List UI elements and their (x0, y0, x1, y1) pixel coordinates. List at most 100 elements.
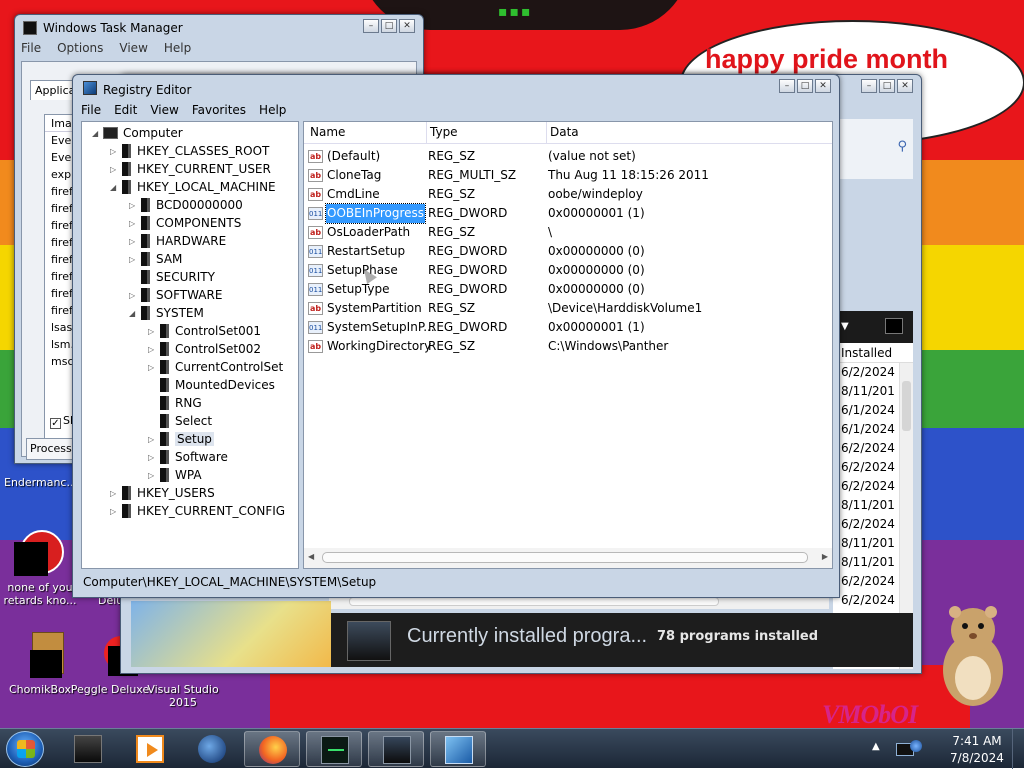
tree-node-hkcu[interactable]: ▷ HKEY_CURRENT_USER (110, 160, 271, 178)
expand-arrow-icon[interactable]: ▷ (129, 215, 139, 233)
tree-node-bcd[interactable]: ▷ BCD00000000 (129, 196, 243, 214)
column-header-name[interactable]: Name (310, 125, 345, 139)
scrollbar-thumb[interactable] (902, 381, 911, 431)
tree-node-hkcr[interactable]: ▷ HKEY_CLASSES_ROOT (110, 142, 269, 160)
expand-arrow-icon[interactable]: ▷ (129, 197, 139, 215)
menu-help[interactable]: Help (259, 103, 286, 117)
scrollbar-thumb[interactable] (322, 552, 808, 563)
tree-node-mounteddevices[interactable]: MountedDevices (148, 376, 275, 394)
desktop-icon-retards[interactable]: none of you retards kno... (0, 530, 80, 607)
expand-arrow-icon[interactable]: ▷ (148, 323, 158, 341)
taskbar-task-manager[interactable] (306, 731, 362, 767)
tree-node-rng[interactable]: RNG (148, 394, 202, 412)
tree-node-hklm[interactable]: ◢ HKEY_LOCAL_MACHINE (110, 178, 276, 196)
taskbar-registry-editor[interactable] (430, 731, 486, 767)
close-button[interactable]: ✕ (399, 19, 415, 33)
expand-arrow-icon[interactable]: ▷ (110, 485, 120, 503)
tree-node-setup[interactable]: ▷ Setup (148, 430, 214, 448)
maximize-button[interactable]: □ (797, 79, 813, 93)
desktop-icon-label-endermanc[interactable]: Endermanc... (4, 476, 77, 489)
expand-arrow-icon[interactable]: ▷ (129, 287, 139, 305)
maximize-button[interactable]: □ (879, 79, 895, 93)
expand-arrow-icon[interactable]: ▷ (110, 161, 120, 179)
menu-view[interactable]: View (119, 41, 147, 55)
close-button[interactable]: ✕ (815, 79, 831, 93)
expand-arrow-icon[interactable]: ▷ (110, 143, 120, 161)
installed-column-header[interactable]: Installed (833, 343, 913, 363)
start-button[interactable] (6, 731, 44, 767)
registry-editor-window[interactable]: Registry Editor – □ ✕ File Edit View Favori… (72, 74, 840, 598)
show-desktop-button[interactable] (1012, 729, 1024, 769)
table-row[interactable]: 011 SystemSetupInP... REG_DWORD 0x00000001 … (304, 318, 832, 337)
tree-node-hku[interactable]: ▷ HKEY_USERS (110, 484, 215, 502)
clock-time[interactable]: 7:41 AM (947, 734, 1007, 748)
tree-node-software[interactable]: ▷ SOFTWARE (129, 286, 222, 304)
clock-date[interactable]: 7/8/2024 (947, 751, 1007, 765)
table-row[interactable]: 011 SetupPhase REG_DWORD 0x00000000 (0) (304, 261, 832, 280)
menu-edit[interactable]: Edit (114, 103, 137, 117)
collapse-arrow-icon[interactable]: ◢ (92, 125, 102, 143)
show-hidden-icons-icon[interactable]: ▲ (872, 741, 880, 752)
scroll-left-icon[interactable]: ◀ (308, 552, 314, 561)
minimize-button[interactable]: – (363, 19, 379, 33)
tree-node-controlset001[interactable]: ▷ ControlSet001 (148, 322, 261, 340)
search-icon[interactable]: ⚲ (897, 139, 907, 154)
table-row[interactable]: ab SystemPartition REG_SZ \Device\HarddiskV… (304, 299, 832, 318)
expand-arrow-icon[interactable]: ▷ (148, 341, 158, 359)
tree-node-currentcontrolset[interactable]: ▷ CurrentControlSet (148, 358, 283, 376)
network-icon[interactable] (894, 739, 924, 759)
close-button[interactable]: ✕ (897, 79, 913, 93)
expand-arrow-icon[interactable]: ▷ (129, 233, 139, 251)
minimize-button[interactable]: – (861, 79, 877, 93)
column-divider[interactable] (546, 122, 547, 144)
table-row[interactable]: 011 SetupType REG_DWORD 0x00000000 (0) (304, 280, 832, 299)
tree-node-select[interactable]: Select (148, 412, 212, 430)
registry-key-tree[interactable]: ◢ Computer ▷ HKEY_CLASSES_ROOT ▷ HKEY_CURRE… (81, 121, 299, 569)
task-manager-titlebar[interactable]: Windows Task Manager – □ ✕ (15, 15, 423, 41)
scrollbar-thumb[interactable] (349, 597, 719, 606)
tree-node-wpa[interactable]: ▷ WPA (148, 466, 202, 484)
table-row[interactable]: 011 OOBEInProgress REG_DWORD 0x00000001 (1) (304, 203, 832, 224)
maximize-button[interactable]: □ (381, 19, 397, 33)
expand-arrow-icon[interactable]: ▷ (129, 251, 139, 269)
table-row[interactable]: ab (Default) REG_SZ (value not set) (304, 147, 832, 166)
table-row[interactable]: 011 RestartSetup REG_DWORD 0x00000000 (0) (304, 242, 832, 261)
table-row[interactable]: ab WorkingDirectory REG_SZ C:\Windows\Panth… (304, 337, 832, 356)
tree-node-system[interactable]: ◢ SYSTEM (129, 304, 204, 322)
taskbar-programs[interactable] (368, 731, 424, 767)
menu-view[interactable]: View (150, 103, 178, 117)
table-row[interactable]: ab CloneTag REG_MULTI_SZ Thu Aug 11 18:15:2… (304, 166, 832, 185)
table-row[interactable]: ab CmdLine REG_SZ oobe/windeploy (304, 185, 832, 204)
expand-arrow-icon[interactable]: ▷ (148, 359, 158, 377)
tree-node-hkcc[interactable]: ▷ HKEY_CURRENT_CONFIG (110, 502, 285, 520)
taskbar-media-player[interactable] (122, 731, 178, 767)
tree-node-controlset002[interactable]: ▷ ControlSet002 (148, 340, 261, 358)
registry-editor-titlebar[interactable]: Registry Editor – □ ✕ (73, 75, 839, 101)
collapse-arrow-icon[interactable]: ◢ (110, 179, 120, 197)
horizontal-scrollbar[interactable]: ◀ ▶ (304, 548, 832, 568)
programs-search-area[interactable]: ⚲ (833, 119, 913, 179)
scroll-right-icon[interactable]: ▶ (822, 552, 828, 561)
column-header-data[interactable]: Data (550, 125, 579, 139)
expand-arrow-icon[interactable]: ▷ (148, 431, 158, 449)
dropdown-arrow-icon[interactable]: ▼ (841, 321, 849, 332)
menu-file[interactable]: File (81, 103, 101, 117)
desktop-icon-chomikbox[interactable]: ChomikBox (0, 632, 80, 696)
collapse-arrow-icon[interactable]: ◢ (129, 305, 139, 323)
menu-file[interactable]: File (21, 41, 41, 55)
tree-node-sam[interactable]: ▷ SAM (129, 250, 182, 268)
taskbar-app-1[interactable] (60, 731, 116, 767)
expand-arrow-icon[interactable]: ▷ (148, 449, 158, 467)
menu-options[interactable]: Options (57, 41, 103, 55)
column-divider[interactable] (426, 122, 427, 144)
tree-node-sys-software[interactable]: ▷ Software (148, 448, 228, 466)
tree-node-computer[interactable]: ◢ Computer (92, 124, 183, 142)
taskbar-firefox[interactable] (244, 731, 300, 767)
tree-node-hardware[interactable]: ▷ HARDWARE (129, 232, 226, 250)
menu-help[interactable]: Help (164, 41, 191, 55)
minimize-button[interactable]: – (779, 79, 795, 93)
tree-node-components[interactable]: ▷ COMPONENTS (129, 214, 241, 232)
menu-favorites[interactable]: Favorites (192, 103, 246, 117)
expand-arrow-icon[interactable]: ▷ (148, 467, 158, 485)
view-toggle-icon[interactable] (885, 318, 903, 334)
